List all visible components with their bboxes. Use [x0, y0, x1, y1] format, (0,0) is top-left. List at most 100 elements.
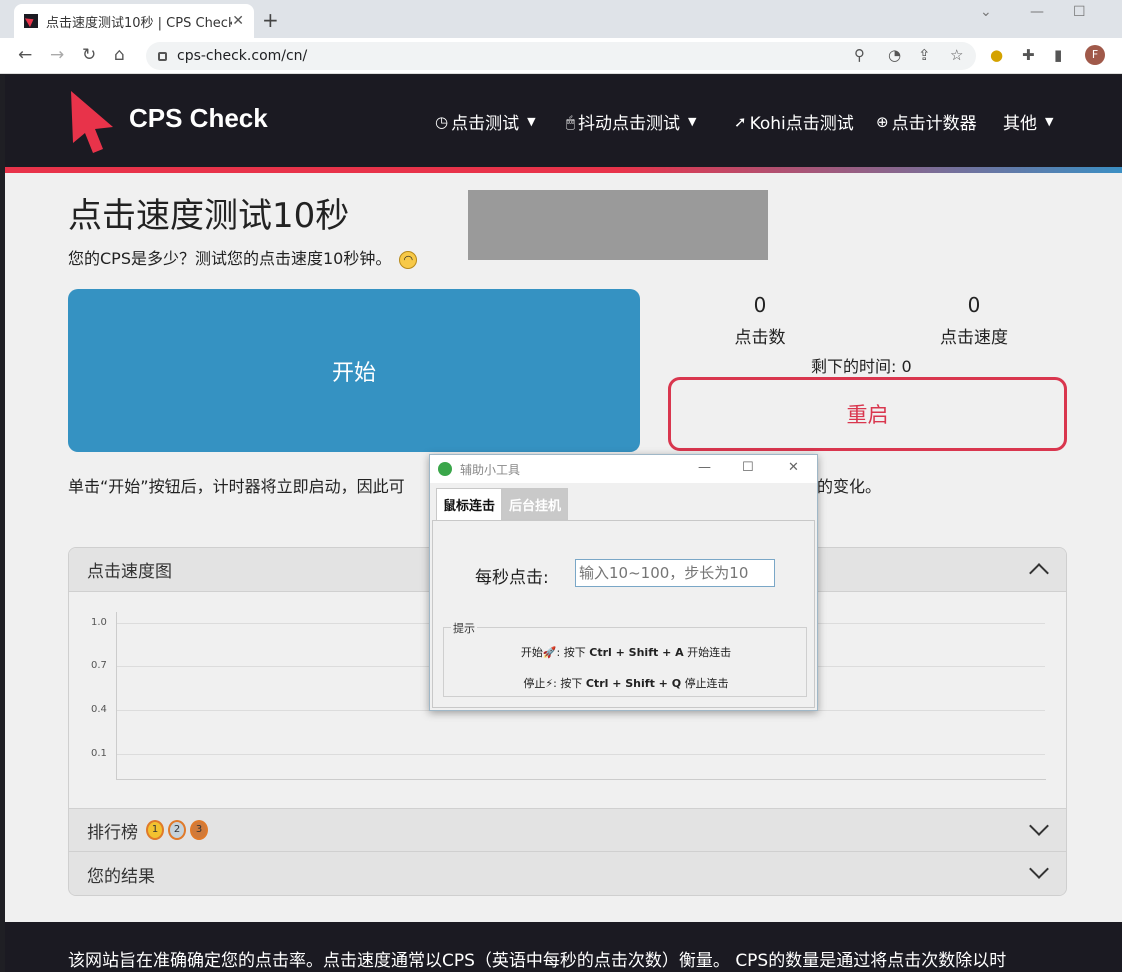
- bronze-medal-icon: 3: [190, 820, 208, 840]
- y-tick-label: 0.7: [91, 660, 107, 671]
- performance-icon[interactable]: ◔: [888, 46, 901, 64]
- browser-toolbar: ← → ↻ ⌂ cps-check.com/cn/ ⚲ ◔ ⇪ ☆ ● ✚ ▮: [0, 38, 1122, 74]
- description-left: 单击“开始”按钮后，计时器将立即启动，因此可: [68, 477, 405, 496]
- gridline: [117, 754, 1045, 755]
- tab-background-idle[interactable]: 后台挂机: [502, 488, 569, 520]
- caret-down-icon: ▼: [527, 115, 536, 128]
- auto-clicker-window: 辅助小工具 — ☐ ✕ 鼠标连击 后台挂机 每秒点击: 提示 开始🚀: 按下 C…: [429, 454, 818, 711]
- minimize-icon[interactable]: —: [698, 460, 711, 475]
- app-icon: [438, 462, 452, 476]
- header-stripe: [5, 167, 1122, 173]
- menu-other[interactable]: 其他 ▼: [1003, 109, 1053, 134]
- maximize-window-icon[interactable]: ☐: [1073, 4, 1086, 20]
- browser-tab[interactable]: 点击速度测试10秒 | CPS Check ✕: [14, 4, 254, 38]
- reload-icon[interactable]: ↻: [82, 45, 96, 65]
- tab-title: 点击速度测试10秒 | CPS Check: [46, 15, 233, 31]
- hint-text: 停止连击: [684, 677, 729, 690]
- address-bar[interactable]: cps-check.com/cn/: [146, 42, 976, 70]
- page-subtitle: 您的CPS是多少？测试您的点击速度10秒钟。 ◠: [68, 245, 418, 269]
- close-icon[interactable]: ✕: [788, 460, 799, 475]
- y-tick-label: 1.0: [91, 617, 107, 628]
- minimize-window-icon[interactable]: —: [1030, 4, 1044, 20]
- clicks-label: 点击数: [734, 328, 786, 348]
- clicks-stat: 0 点击数: [720, 293, 800, 348]
- leaderboard-header[interactable]: 排行榜 1 2 3: [69, 808, 1066, 852]
- clicks-value: 0: [753, 293, 767, 317]
- chevron-down-icon: [1029, 859, 1049, 879]
- y-tick-label: 0.4: [91, 704, 107, 715]
- results-title: 您的结果: [87, 866, 155, 887]
- clicks-per-second-input[interactable]: [575, 559, 775, 587]
- menu-label: 点击计数器: [891, 114, 977, 134]
- browser-tab-bar: 点击速度测试10秒 | CPS Check ✕ + ⌄ — ☐: [0, 0, 1122, 38]
- menu-label: 点击测试: [451, 114, 520, 134]
- hint-text: 开始连击: [687, 646, 732, 659]
- mouse-icon: 🖱: [566, 112, 576, 131]
- maximize-icon[interactable]: ☐: [742, 460, 754, 475]
- start-hint: 开始🚀: 按下 Ctrl + Shift + A 开始连击: [444, 644, 808, 660]
- extensions-puzzle-icon[interactable]: ✚: [1022, 46, 1035, 64]
- cursor-icon: ➚: [734, 112, 747, 131]
- home-icon[interactable]: ⌂: [114, 45, 125, 65]
- cursor-logo-icon[interactable]: [67, 87, 117, 155]
- dialog-tabs: 鼠标连击 后台挂机: [436, 488, 569, 520]
- page-title: 点击速度测试10秒: [68, 196, 350, 236]
- forward-arrow-icon[interactable]: →: [50, 45, 64, 65]
- hint-keys: Ctrl + Shift + A: [589, 646, 684, 659]
- speed-value: 0: [967, 293, 981, 317]
- chart-panel-title: 点击速度图: [87, 562, 172, 582]
- speed-label: 点击速度: [940, 328, 1008, 348]
- gold-medal-icon: 1: [146, 820, 164, 840]
- back-arrow-icon[interactable]: ←: [18, 45, 32, 65]
- brand-name[interactable]: CPS Check: [129, 103, 268, 134]
- speed-stat: 0 点击速度: [929, 293, 1019, 348]
- lock-icon: [158, 51, 167, 61]
- menu-label: 抖动点击测试: [578, 114, 681, 134]
- ad-placeholder: [468, 190, 768, 260]
- hint-keys: Ctrl + Shift + Q: [585, 677, 682, 690]
- chart-x-axis: [116, 779, 1046, 780]
- caret-down-icon: ▼: [688, 115, 697, 128]
- y-tick-label: 0.1: [91, 748, 107, 759]
- extension-badge-icon[interactable]: ●: [990, 46, 1003, 64]
- medals: 1 2 3: [146, 820, 212, 840]
- tab-mouse-autoclick[interactable]: 鼠标连击: [436, 488, 503, 520]
- cps-check-favicon-icon: [24, 14, 38, 28]
- menu-click-test[interactable]: ◷ 点击测试 ▼: [435, 109, 536, 135]
- start-button[interactable]: 开始: [68, 289, 640, 452]
- leaderboard-title: 排行榜: [87, 822, 138, 843]
- plus-circle-icon: ⊕: [876, 112, 889, 131]
- stop-hint: 停止⚡: 按下 Ctrl + Shift + Q 停止连击: [444, 675, 808, 691]
- menu-click-counter[interactable]: ⊕ 点击计数器: [876, 109, 977, 135]
- menu-jitter-click-test[interactable]: 🖱 抖动点击测试 ▼: [566, 109, 697, 135]
- new-tab-button[interactable]: +: [262, 8, 279, 32]
- tab-close-icon[interactable]: ✕: [232, 13, 244, 29]
- hint-legend: 提示: [451, 620, 477, 636]
- menu-kohi-click-test[interactable]: ➚ Kohi点击测试: [734, 109, 854, 135]
- tab-search-chevron-icon[interactable]: ⌄: [980, 4, 992, 20]
- dialog-body: 每秒点击: 提示 开始🚀: 按下 Ctrl + Shift + A 开始连击 停…: [432, 520, 815, 708]
- side-panel-icon[interactable]: ▮: [1054, 46, 1062, 64]
- zoom-icon[interactable]: ⚲: [854, 46, 865, 64]
- rate-label: 每秒点击:: [475, 568, 549, 588]
- upside-down-face-icon: ◠: [399, 250, 418, 269]
- bookmark-star-icon[interactable]: ☆: [950, 46, 963, 64]
- subtitle-text: 您的CPS是多少？测试您的点击速度10秒钟。: [68, 249, 392, 268]
- dialog-titlebar[interactable]: 辅助小工具 — ☐ ✕: [430, 455, 817, 483]
- hint-text: 停止⚡: 按下: [523, 677, 583, 690]
- restart-button[interactable]: 重启: [668, 377, 1067, 451]
- results-header[interactable]: 您的结果: [69, 852, 1066, 895]
- silver-medal-icon: 2: [168, 820, 186, 840]
- site-header: CPS Check ◷ 点击测试 ▼ 🖱 抖动点击测试 ▼ ➚ Kohi点击测试…: [5, 75, 1122, 167]
- menu-label: 其他: [1003, 114, 1037, 134]
- profile-avatar[interactable]: F: [1085, 45, 1105, 65]
- share-icon[interactable]: ⇪: [918, 46, 931, 64]
- menu-label: Kohi点击测试: [749, 114, 854, 134]
- chevron-up-icon: [1029, 563, 1049, 583]
- site-footer: 该网站旨在准确确定您的点击率。点击速度通常以CPS（英语中每秒的点击次数）衡量。…: [5, 922, 1122, 972]
- dialog-title: 辅助小工具: [460, 462, 521, 477]
- hint-text: 开始🚀: 按下: [520, 646, 586, 659]
- chevron-down-icon: [1029, 816, 1049, 836]
- url-text: cps-check.com/cn/: [177, 48, 308, 64]
- hint-group: 提示 开始🚀: 按下 Ctrl + Shift + A 开始连击 停止⚡: 按下…: [443, 620, 808, 697]
